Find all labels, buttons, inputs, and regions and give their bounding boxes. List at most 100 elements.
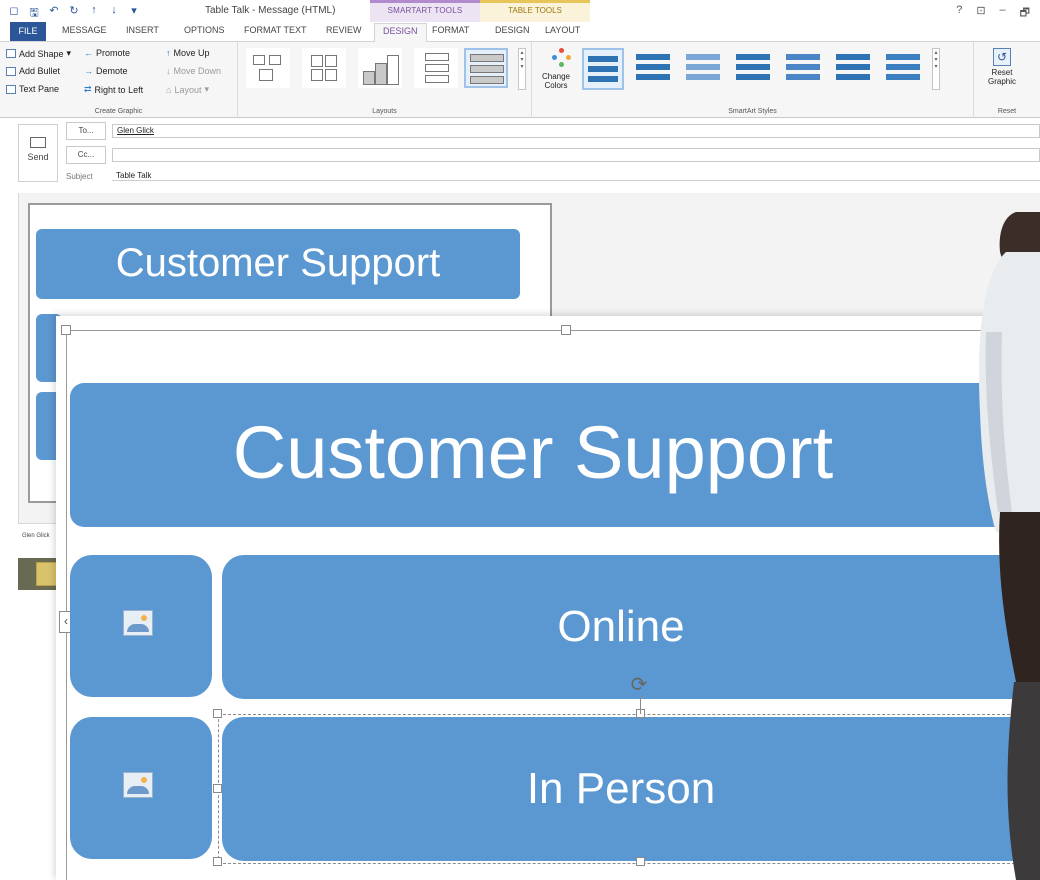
resize-handle-top-left[interactable] (213, 709, 222, 718)
resize-handle-left[interactable] (213, 784, 222, 793)
layout-shape (425, 75, 449, 83)
style-option-5[interactable] (782, 48, 824, 90)
smartart-title-shape[interactable]: Customer Support (70, 383, 1040, 527)
reset-graphic-button[interactable]: ↺ Reset Graphic (980, 44, 1024, 100)
insert-picture-icon[interactable] (123, 610, 153, 636)
move-up-label: Move Up (173, 48, 210, 58)
style-option-3[interactable] (682, 48, 724, 90)
demote-arrow-icon: → (84, 66, 93, 76)
right-to-left-button[interactable]: ⇄ Right to Left (84, 84, 143, 95)
reset-graphic-icon: ↺ (993, 48, 1011, 66)
person-photo (979, 212, 1040, 880)
reset-group-label: Reset (997, 108, 1017, 115)
tab-format-text[interactable]: FORMAT TEXT (244, 25, 307, 35)
redo-icon[interactable]: ↻ (68, 4, 80, 23)
tab-smartart-design[interactable]: DESIGN (374, 23, 427, 42)
layout-shape (387, 55, 399, 85)
demote-button[interactable]: → Demote (84, 66, 128, 76)
text-pane-button[interactable]: Text Pane (6, 84, 59, 94)
tab-table-design[interactable]: DESIGN (495, 25, 530, 35)
send-button[interactable]: Send (18, 124, 58, 182)
add-shape-label: Add Shape (19, 48, 64, 59)
add-bullet-label: Add Bullet (19, 66, 61, 76)
subject-label: Subject (66, 172, 93, 181)
layout-shape (259, 69, 273, 81)
down-icon[interactable]: ↓ (108, 4, 120, 23)
message-header: Send To... Glen Glick Cc... Subject Tabl… (0, 118, 1040, 190)
layout-shape (425, 53, 449, 61)
tab-options[interactable]: OPTIONS (184, 25, 225, 35)
smartart-styles-group: Change Colors ▴ ▾ ▾ SmartArt Styles (532, 42, 974, 118)
restore-button[interactable]: 🗗 (1020, 4, 1030, 23)
palette-dot (566, 55, 571, 60)
change-colors-button[interactable]: Change Colors (532, 42, 578, 102)
ribbon-tabs: FILE MESSAGE INSERT OPTIONS FORMAT TEXT … (0, 22, 1040, 42)
resize-handle-bottom[interactable] (636, 857, 645, 866)
style-option-2[interactable] (632, 48, 674, 90)
tab-table-layout[interactable]: LAYOUT (545, 25, 580, 35)
resize-handle-top-left[interactable] (61, 325, 71, 335)
subject-underline (112, 180, 1040, 181)
add-bullet-button[interactable]: Add Bullet (6, 66, 60, 76)
quick-access-toolbar: ◻ 🖫 ↶ ↻ ↑ ↓ ▾ (8, 4, 140, 23)
more-icon[interactable]: ▾ (128, 4, 140, 23)
layout-option-2[interactable] (302, 48, 346, 88)
style-option-1[interactable] (582, 48, 624, 90)
style-option-4[interactable] (732, 48, 774, 90)
table-tools-context: TABLE TOOLS (480, 0, 590, 22)
layout-shape (253, 55, 265, 65)
add-shape-button[interactable]: Add Shape ▾ (6, 48, 71, 59)
resize-handle-bottom-left[interactable] (213, 857, 222, 866)
promote-button[interactable]: ← Promote (84, 48, 130, 58)
picture-placeholder-shape[interactable] (70, 717, 212, 859)
window-controls: ? ⊡ – 🗗 (956, 4, 1030, 23)
move-down-button[interactable]: ↓ Move Down (166, 66, 221, 76)
move-down-icon: ↓ (166, 66, 171, 76)
picture-placeholder-shape[interactable] (70, 555, 212, 697)
folder-icon[interactable] (36, 562, 58, 586)
tab-file[interactable]: FILE (10, 22, 46, 41)
ribbon-display-button[interactable]: ⊡ (976, 4, 985, 23)
selected-shape-outline (218, 714, 1040, 864)
create-graphic-group-label: Create Graphic (94, 108, 143, 115)
tab-insert[interactable]: INSERT (126, 25, 159, 35)
up-icon[interactable]: ↑ (88, 4, 100, 23)
right-to-left-label: Right to Left (94, 84, 144, 95)
style-option-6[interactable] (832, 48, 874, 90)
tab-smartart-format[interactable]: FORMAT (432, 25, 469, 35)
layout-option-1[interactable] (246, 48, 290, 88)
help-button[interactable]: ? (956, 4, 962, 23)
people-pane-name: Glen Glick (22, 533, 50, 539)
insert-picture-icon[interactable] (123, 772, 153, 798)
move-up-button[interactable]: ↑ Move Up (166, 48, 210, 58)
reset-graphic-line1: Reset (991, 68, 1013, 77)
small-smartart-title[interactable]: Customer Support (36, 229, 520, 299)
save-icon[interactable]: 🖫 (28, 4, 40, 23)
tab-message[interactable]: MESSAGE (62, 25, 107, 35)
layout-button[interactable]: ⌂ Layout ▾ (166, 84, 209, 95)
styles-gallery-scroll[interactable]: ▴ ▾ ▾ (932, 48, 940, 90)
style-option-7[interactable] (882, 48, 924, 90)
layout-shape (375, 63, 387, 85)
reset-graphic-line2: Graphic (987, 77, 1016, 86)
layout-option-selected[interactable] (464, 48, 508, 88)
to-field[interactable]: Glen Glick (112, 124, 1040, 138)
layouts-gallery-scroll[interactable]: ▴ ▾ ▾ (518, 48, 526, 90)
layout-option-3[interactable] (358, 48, 402, 88)
envelope-icon (30, 137, 46, 148)
picture-hill (127, 786, 149, 794)
layout-option-4[interactable] (414, 48, 458, 88)
to-button[interactable]: To... (66, 122, 106, 140)
minimize-button[interactable]: – (1000, 4, 1006, 23)
create-graphic-group: Add Shape ▾ Add Bullet Text Pane ← Promo… (0, 42, 238, 118)
layout-shape (470, 54, 504, 62)
undo-icon[interactable]: ↶ (48, 4, 60, 23)
rotate-handle-icon[interactable]: ⟳ (628, 674, 650, 696)
palette-dot (559, 48, 564, 53)
cc-field[interactable] (112, 148, 1040, 162)
app-icon[interactable]: ◻ (8, 4, 20, 23)
resize-handle-top[interactable] (561, 325, 571, 335)
tab-review[interactable]: REVIEW (326, 25, 362, 35)
subject-field[interactable]: Table Talk (112, 170, 1040, 184)
cc-button[interactable]: Cc... (66, 146, 106, 164)
